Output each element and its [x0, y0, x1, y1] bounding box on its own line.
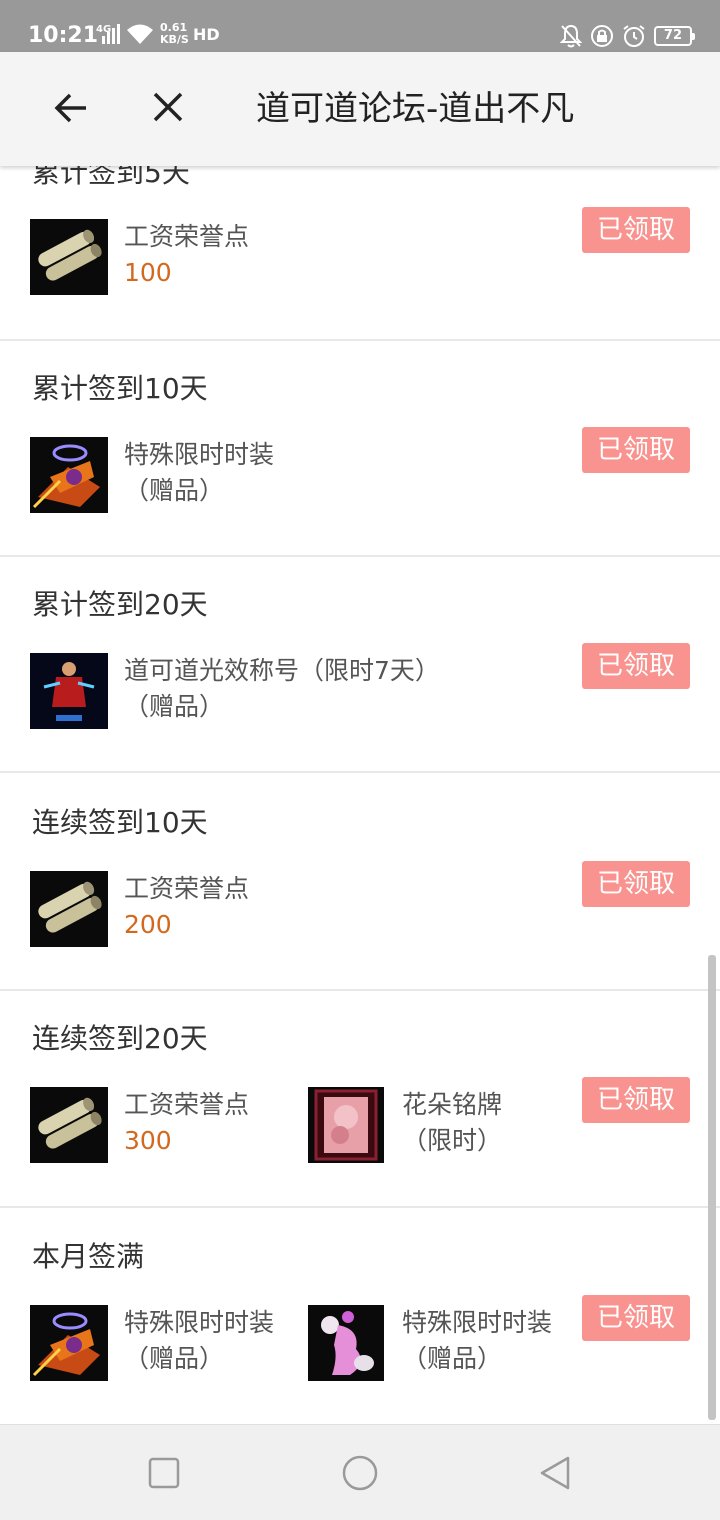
rewards-list[interactable]: 累计签到5天 工资荣誉点 100 已领取 累计签到10天 特殊限时时装 （赠品）… [0, 166, 720, 1424]
recents-square-icon[interactable] [146, 1455, 182, 1491]
section-title: 累计签到5天 [32, 166, 190, 189]
reward-note: （赠品） [124, 692, 225, 721]
reward-note: （赠品） [124, 476, 225, 505]
section-title: 本月签满 [32, 1240, 145, 1273]
reward-item: 工资荣誉点 200 [30, 871, 290, 947]
claimed-button[interactable]: 已领取 [582, 207, 690, 253]
arrow-left-icon[interactable] [52, 88, 92, 128]
reward-item: 特殊限时时装 （赠品） [308, 1305, 568, 1381]
hd-indicator: HD [193, 25, 220, 44]
signal-icon: 4G [96, 24, 120, 44]
reward-item: 特殊限时时装 （赠品） [30, 437, 350, 513]
claimed-button[interactable]: 已领取 [582, 1077, 690, 1123]
title-effect-icon [30, 653, 108, 729]
back-triangle-icon[interactable] [538, 1455, 574, 1491]
status-bar: 10:21 4G 0.61 KB/S HD 72 [0, 0, 720, 52]
reward-item: 工资荣誉点 300 [30, 1087, 290, 1163]
claimed-button[interactable]: 已领取 [582, 1295, 690, 1341]
reward-name: 工资荣誉点 [124, 1090, 250, 1119]
reward-section: 本月签满 特殊限时时装 （赠品） 特殊限时时装 （赠品） 已领取 [0, 1208, 720, 1424]
reward-note: （限时） [402, 1126, 503, 1155]
battery-icon: 72 [653, 26, 696, 46]
title-bar: 道可道论坛-道出不凡 [0, 52, 720, 166]
claimed-button[interactable]: 已领取 [582, 861, 690, 907]
reward-section: 连续签到10天 工资荣誉点 200 已领取 [0, 773, 720, 991]
reward-item: 花朵铭牌 （限时） [308, 1087, 568, 1163]
wifi-icon [127, 24, 153, 44]
reward-amount: 300 [124, 1126, 172, 1155]
section-title: 累计签到20天 [32, 588, 208, 621]
reward-section: 累计签到10天 特殊限时时装 （赠品） 已领取 [0, 341, 720, 557]
scrollbar[interactable] [708, 955, 716, 1420]
reward-name: 工资荣誉点 [124, 874, 250, 903]
scroll-icon [30, 871, 108, 947]
claimed-button[interactable]: 已领取 [582, 643, 690, 689]
pink-costume-icon [308, 1305, 384, 1381]
flower-plaque-icon [308, 1087, 384, 1163]
section-title: 累计签到10天 [32, 372, 208, 405]
reward-name: 道可道光效称号（限时7天） [124, 656, 440, 685]
network-type: 4G [96, 24, 112, 35]
reward-note: （赠品） [402, 1344, 503, 1373]
reward-section: 累计签到5天 工资荣誉点 100 已领取 [0, 166, 720, 341]
reward-name: 花朵铭牌 [402, 1090, 503, 1119]
close-icon[interactable] [150, 89, 186, 125]
system-nav-bar [0, 1424, 720, 1520]
lock-rotation-icon [590, 25, 613, 47]
scroll-icon [30, 219, 108, 295]
reward-name: 工资荣誉点 [124, 222, 250, 251]
reward-item: 特殊限时时装 （赠品） [30, 1305, 290, 1381]
section-title: 连续签到20天 [32, 1022, 208, 1055]
reward-item: 道可道光效称号（限时7天） （赠品） [30, 653, 490, 729]
reward-section: 累计签到20天 道可道光效称号（限时7天） （赠品） 已领取 [0, 557, 720, 773]
bell-off-icon [559, 24, 582, 48]
scroll-icon [30, 1087, 108, 1163]
claimed-button[interactable]: 已领取 [582, 427, 690, 473]
reward-name: 特殊限时时装 [124, 1308, 275, 1337]
reward-section: 连续签到20天 工资荣誉点 300 花朵铭牌 （限时） 已领取 [0, 991, 720, 1208]
costume-icon [30, 437, 108, 513]
section-title: 连续签到10天 [32, 806, 208, 839]
speed-unit: KB/S [160, 33, 189, 46]
home-circle-icon[interactable] [342, 1455, 378, 1491]
costume-icon [30, 1305, 108, 1381]
alarm-icon [623, 25, 645, 47]
reward-name: 特殊限时时装 [124, 440, 275, 469]
page-title: 道可道论坛-道出不凡 [256, 89, 575, 129]
reward-amount: 100 [124, 258, 172, 287]
reward-item: 工资荣誉点 100 [30, 219, 290, 295]
status-time: 10:21 [28, 23, 99, 48]
reward-name: 特殊限时时装 [402, 1308, 553, 1337]
reward-note: （赠品） [124, 1344, 225, 1373]
network-speed: 0.61 KB/S [160, 22, 189, 46]
reward-amount: 200 [124, 910, 172, 939]
